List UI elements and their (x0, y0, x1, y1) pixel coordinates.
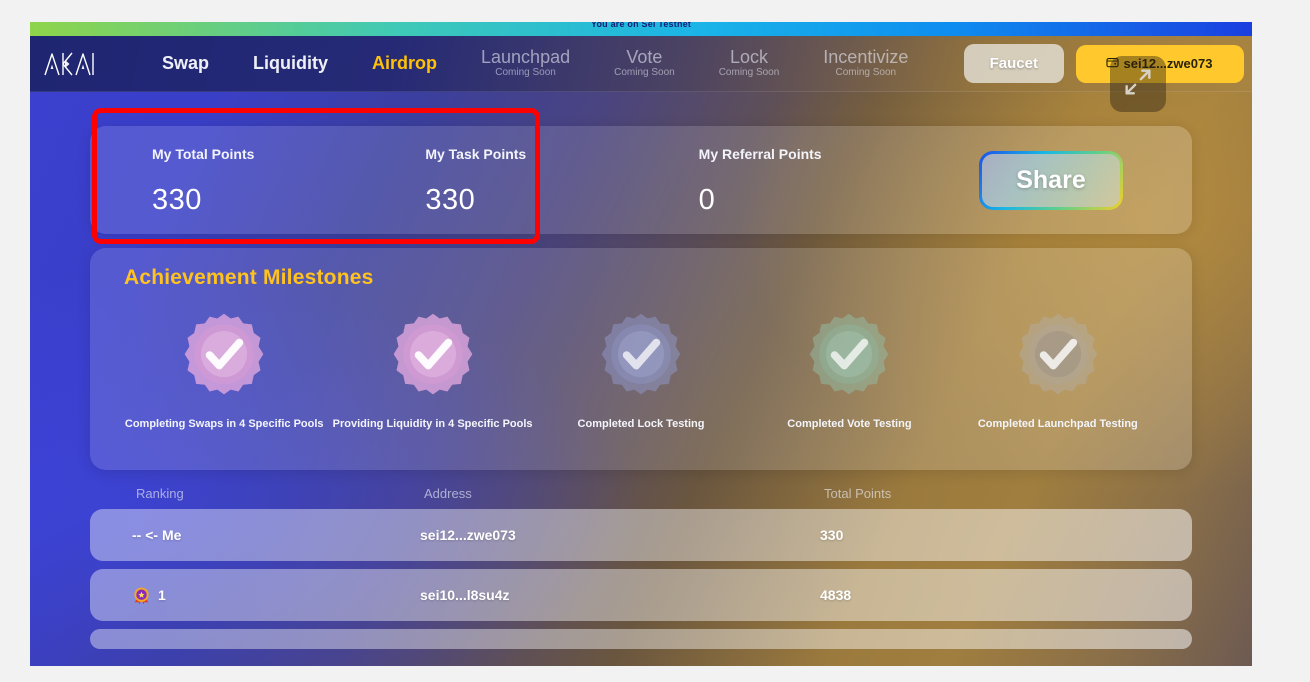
main-content: My Total Points 330 My Task Points 330 M… (30, 92, 1252, 666)
milestone-lock-testing[interactable]: Completed Lock Testing (537, 308, 745, 430)
milestone-swaps[interactable]: Completing Swaps in 4 Specific Pools (120, 308, 328, 430)
row-points: 4838 (820, 587, 852, 603)
nav-sublabel: Coming Soon (718, 67, 780, 79)
share-button-label: Share (982, 153, 1120, 207)
milestone-liquidity[interactable]: Providing Liquidity in 4 Specific Pools (328, 308, 536, 430)
resize-expand-icon (1121, 65, 1155, 104)
milestone-label: Completed Launchpad Testing (977, 418, 1138, 430)
column-header-ranking: Ranking (136, 486, 184, 501)
row-rank: -- <- Me (90, 527, 420, 543)
milestone-label: Providing Liquidity in 4 Specific Pools (332, 418, 533, 430)
points-label: My Total Points (152, 146, 255, 162)
table-row[interactable]: -- <- Me sei12...zwe073 330 (90, 509, 1192, 561)
nav-item-lock[interactable]: Lock Coming Soon (697, 48, 802, 78)
browser-page: You are on Sei Testnet Swap Liquidity Ai… (30, 22, 1252, 666)
points-value: 0 (698, 184, 716, 216)
points-label: My Task Points (425, 146, 527, 162)
milestone-launchpad-testing[interactable]: Completed Launchpad Testing (954, 308, 1162, 430)
column-header-address: Address (424, 486, 472, 501)
share-button[interactable]: Share (979, 150, 1123, 210)
navbar: Swap Liquidity Airdrop Launchpad Coming … (30, 36, 1252, 92)
row-rank: 1 (90, 586, 420, 605)
row-address: sei10...l8su4z (420, 587, 510, 603)
check-badge-icon (1010, 308, 1106, 404)
leaderboard: Ranking Address Total Points -- <- Me se… (90, 486, 1192, 649)
nav-label: Lock (729, 47, 769, 68)
milestone-vote-testing[interactable]: Completed Vote Testing (745, 308, 953, 430)
check-badge-icon (801, 308, 897, 404)
check-badge-icon (593, 308, 689, 404)
table-row[interactable] (90, 629, 1192, 649)
nav-item-launchpad[interactable]: Launchpad Coming Soon (459, 48, 592, 78)
rank-label: -- <- Me (132, 527, 182, 543)
nav-sublabel: Coming Soon (835, 67, 897, 79)
testnet-banner: You are on Sei Testnet (30, 22, 1252, 36)
testnet-banner-text: You are on Sei Testnet (590, 22, 692, 29)
milestones-grid: Completing Swaps in 4 Specific Pools Pro… (120, 308, 1162, 430)
nav-item-liquidity[interactable]: Liquidity (231, 54, 350, 73)
nav-label: Vote (626, 47, 663, 68)
share-cell: Share (916, 126, 1186, 234)
gold-medal-icon (132, 586, 151, 605)
nav-item-swap[interactable]: Swap (140, 54, 231, 73)
nav-label: Liquidity (253, 53, 329, 74)
nav-sublabel: Coming Soon (614, 67, 675, 79)
nav-label: Swap (162, 53, 210, 74)
points-card-referral: My Referral Points 0 (643, 126, 916, 234)
points-summary-panel: My Total Points 330 My Task Points 330 M… (90, 126, 1192, 234)
nav-item-incentivize[interactable]: Incentivize Coming Soon (801, 48, 930, 78)
milestone-label: Completed Vote Testing (787, 418, 912, 430)
milestone-label: Completing Swaps in 4 Specific Pools (124, 418, 324, 430)
table-row[interactable]: 1 sei10...l8su4z 4838 (90, 569, 1192, 621)
points-card-task: My Task Points 330 (369, 126, 642, 234)
achievement-milestones-panel: Achievement Milestones Completing Swaps … (90, 248, 1192, 470)
row-address: sei12...zwe073 (420, 527, 516, 543)
row-points: 330 (820, 527, 844, 543)
points-value: 330 (152, 184, 202, 216)
resize-expand-overlay[interactable] (1110, 56, 1166, 112)
check-badge-icon (176, 308, 272, 404)
nav-item-airdrop[interactable]: Airdrop (350, 54, 459, 73)
nav-sublabel: Coming Soon (495, 67, 556, 79)
nav-label: Airdrop (372, 53, 438, 74)
nav-item-vote[interactable]: Vote Coming Soon (592, 48, 697, 78)
brand-logo-aka[interactable] (34, 49, 112, 79)
milestone-label: Completed Lock Testing (577, 418, 705, 430)
faucet-button[interactable]: Faucet (963, 44, 1064, 83)
milestones-title: Achievement Milestones (124, 266, 374, 289)
nav-actions: Faucet sei12...zwe073 (963, 44, 1244, 83)
nav-label: Launchpad (481, 47, 571, 68)
nav-links: Swap Liquidity Airdrop Launchpad Coming … (140, 48, 964, 78)
rank-label: 1 (158, 587, 166, 603)
nav-label: Incentivize (823, 47, 909, 68)
points-label: My Referral Points (698, 146, 822, 162)
points-card-total: My Total Points 330 (96, 126, 369, 234)
check-badge-icon (385, 308, 481, 404)
column-header-total-points: Total Points (824, 486, 892, 501)
leaderboard-header: Ranking Address Total Points (90, 486, 1192, 509)
points-value: 330 (425, 184, 476, 216)
